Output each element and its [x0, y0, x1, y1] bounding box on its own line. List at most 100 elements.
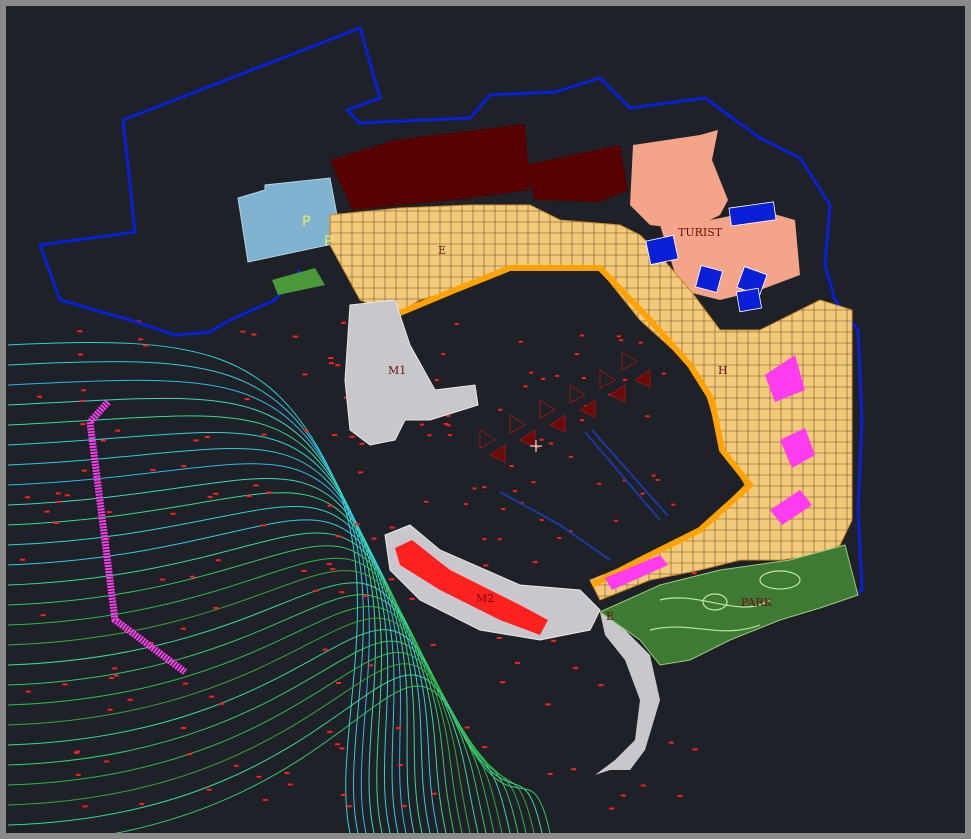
depth-mark	[500, 681, 506, 684]
depth-mark	[581, 377, 586, 379]
depth-mark	[112, 667, 118, 670]
depth-mark	[313, 589, 319, 592]
depth-mark	[346, 805, 352, 808]
depth-mark	[244, 398, 250, 401]
building-block-east	[630, 130, 728, 230]
depth-mark	[74, 751, 79, 754]
depth-mark	[56, 500, 62, 503]
depth-mark	[396, 727, 401, 730]
depth-mark	[340, 793, 346, 796]
depth-mark	[501, 507, 506, 510]
depth-mark	[327, 504, 333, 507]
depth-mark	[339, 747, 345, 750]
depth-mark	[330, 568, 336, 571]
depth-mark	[115, 429, 121, 432]
depth-mark	[529, 371, 533, 374]
depth-mark	[668, 741, 674, 744]
depth-mark	[341, 321, 346, 324]
depth-mark	[107, 708, 113, 711]
depth-mark	[81, 389, 86, 392]
depth-mark	[623, 378, 628, 381]
depth-mark	[483, 564, 489, 567]
depth-mark	[454, 322, 459, 325]
depth-mark	[482, 538, 487, 541]
depth-mark	[431, 792, 437, 795]
depth-mark	[540, 377, 545, 380]
depth-mark	[233, 764, 239, 767]
depth-mark	[464, 726, 470, 729]
depth-mark	[335, 364, 341, 367]
depth-mark	[446, 414, 451, 417]
depth-mark	[651, 474, 656, 477]
depth-mark	[557, 536, 562, 539]
depth-mark	[53, 522, 59, 524]
contour-line	[7, 629, 511, 833]
depth-mark	[25, 690, 31, 693]
depth-mark	[302, 373, 308, 376]
depth-mark	[509, 465, 514, 467]
depth-mark	[638, 341, 643, 344]
slipways	[499, 429, 669, 561]
depth-mark	[106, 511, 112, 514]
harbor-site-plan[interactable]	[6, 6, 965, 833]
depth-mark	[326, 562, 332, 565]
depth-mark	[183, 682, 188, 685]
depth-mark	[598, 684, 604, 687]
contour-line	[7, 663, 535, 833]
depth-mark	[580, 419, 584, 422]
depth-mark	[358, 471, 363, 474]
depth-mark	[691, 572, 697, 575]
parking-area	[237, 177, 343, 263]
depth-mark	[547, 773, 553, 775]
depth-mark	[213, 492, 219, 495]
depth-mark	[37, 395, 43, 398]
depth-mark	[531, 481, 536, 484]
depth-mark	[409, 597, 415, 600]
contour-line	[7, 415, 383, 833]
depth-mark	[75, 773, 81, 776]
depth-mark	[335, 535, 341, 538]
depth-mark	[181, 465, 187, 468]
west-pier	[344, 299, 479, 446]
depth-mark	[574, 353, 579, 355]
depth-mark	[555, 374, 560, 377]
depth-mark	[614, 519, 619, 522]
depth-mark	[180, 627, 186, 630]
depth-mark	[322, 648, 328, 651]
depth-mark	[482, 746, 488, 749]
depth-mark	[328, 357, 334, 359]
depth-mark	[206, 788, 212, 791]
depth-mark	[55, 492, 61, 495]
depth-mark	[397, 764, 403, 766]
depth-mark	[40, 614, 46, 617]
depth-mark	[571, 768, 577, 771]
depth-mark	[209, 695, 215, 698]
depth-mark	[359, 442, 365, 445]
depth-mark	[616, 335, 621, 338]
depth-mark	[138, 338, 144, 341]
depth-mark	[363, 594, 369, 597]
depth-mark	[609, 807, 615, 810]
depth-mark	[620, 794, 626, 797]
depth-mark	[619, 339, 624, 342]
cad-map-viewport[interactable]: P P E TURIST H M1 M2 E PARK	[0, 0, 971, 839]
depth-mark	[545, 703, 551, 706]
building-block-north	[330, 124, 530, 210]
depth-mark	[443, 422, 448, 425]
depth-mark	[266, 491, 272, 494]
depth-mark	[677, 795, 683, 798]
depth-mark	[332, 434, 337, 436]
depth-mark	[193, 439, 199, 442]
depth-mark	[336, 682, 341, 684]
depth-mark	[62, 683, 68, 686]
depth-mark	[430, 643, 436, 646]
depth-mark	[215, 559, 221, 562]
depth-mark	[160, 578, 166, 581]
depth-mark	[170, 512, 176, 515]
depth-mark	[79, 399, 85, 402]
depth-mark	[24, 496, 30, 499]
depth-mark	[64, 494, 70, 497]
contour-line	[114, 685, 551, 833]
depth-mark	[180, 727, 186, 729]
depth-mark	[427, 434, 432, 437]
